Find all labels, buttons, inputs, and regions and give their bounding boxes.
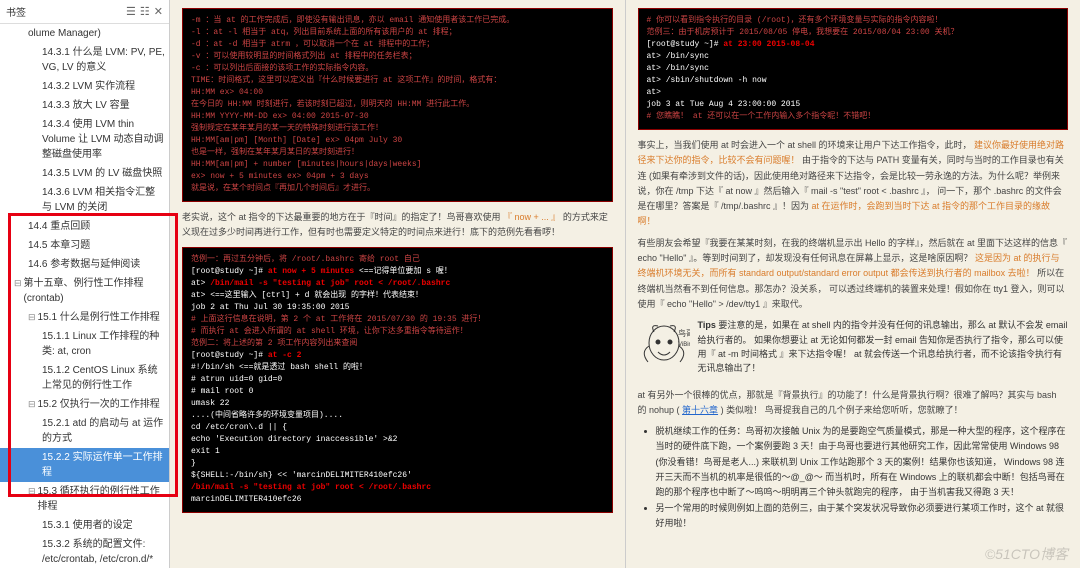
bookmark-item[interactable]: 15.2 仅执行一次的工作排程 <box>0 395 169 414</box>
document-content: -m ：当 at 的工作完成后，即使没有输出讯息，亦以 email 通知使用者该… <box>170 0 1080 568</box>
bookmark-item[interactable]: 15.1.1 Linux 工作排程的种类: at, cron <box>0 327 169 361</box>
bookmark-tree[interactable]: olume Manager)14.3.1 什么是 LVM: PV, PE, VG… <box>0 24 169 568</box>
tips-text: 要注意的是，如果在 at shell 内的指令并没有任何的讯息输出，那么 at … <box>698 320 1068 373</box>
bookmark-item[interactable]: 14.3.2 LVM 实作流程 <box>0 77 169 96</box>
terminal-block-3: # 你可以看到指令执行的目录 (/root)，还有多个环境变量与实际的指令内容啦… <box>638 8 1069 130</box>
bookmark-item[interactable]: 15.3 循环执行的例行性工作排程 <box>0 482 169 516</box>
bookmark-item[interactable]: 14.4 重点回顾 <box>0 217 169 236</box>
svg-text:鸟哥: 鸟哥 <box>678 328 690 338</box>
bullet-list: 脱机继续工作的任务：鸟哥初次接触 Unix 为的是要跑空气质量模式，那是一种大型… <box>638 424 1069 531</box>
sidebar-header: 书签 ☰ ☷ ✕ <box>0 0 169 24</box>
paragraph: 老实说，这个 at 指令的下达最重要的地方在于『时间』的指定了！鸟哥喜欢使用 『… <box>182 210 613 241</box>
page-left-column: -m ：当 at 的工作完成后，即使没有输出讯息，亦以 email 通知使用者该… <box>170 0 625 568</box>
list-item: 另一个常用的时候则例如上面的范例三，由于某个突发状况导致你必须要进行某项工作时，… <box>656 501 1069 532</box>
bookmark-item[interactable]: 15.2.1 atd 的启动与 at 运作的方式 <box>0 414 169 448</box>
watermark: ©51CTO博客 <box>985 544 1068 564</box>
bookmark-item[interactable]: 15.1.2 CentOS Linux 系统上常见的例行性工作 <box>0 361 169 395</box>
chapter-link[interactable]: 第十六章 <box>682 405 718 415</box>
bookmark-item[interactable]: 14.5 本章习题 <box>0 236 169 255</box>
tips-block: 鸟哥 ViBird Tips 要注意的是，如果在 at shell 内的指令并没… <box>638 318 1069 381</box>
bookmark-item[interactable]: 14.3.4 使用 LVM thin Volume 让 LVM 动态自动调整磁盘… <box>0 115 169 164</box>
bookmark-item[interactable]: 15.3.1 使用者的设定 <box>0 516 169 535</box>
bookmark-item[interactable]: olume Manager) <box>0 24 169 43</box>
bookmark-item[interactable]: 14.6 参考数据与延伸阅读 <box>0 255 169 274</box>
bookmark-item[interactable]: 14.3.3 放大 LV 容量 <box>0 96 169 115</box>
code-inline: 『 now + ... 』 <box>503 212 560 222</box>
svg-text:ViBird: ViBird <box>678 342 690 348</box>
tips-label: Tips <box>698 320 716 330</box>
thumb-icon[interactable]: ☷ <box>140 5 150 18</box>
paragraph: 事实上，当我们使用 at 时会进入一个 at shell 的环境来让用户下达工作… <box>638 138 1069 230</box>
bookmark-item[interactable]: 15.3.2 系统的配置文件: /etc/crontab, /etc/cron.… <box>0 535 169 568</box>
bookmark-item[interactable]: 14.3.1 什么是 LVM: PV, PE, VG, LV 的意义 <box>0 43 169 77</box>
bookmark-item[interactable]: 15.1 什么是例行性工作排程 <box>0 308 169 327</box>
paragraph: at 有另外一个很棒的优点，那就是『背景执行』的功能了！什么是背景执行啊？很难了… <box>638 388 1069 419</box>
avatar-icon: 鸟哥 ViBird <box>638 318 690 381</box>
terminal-block-2: 范例一：再过五分钟后，将 /root/.bashrc 寄给 root 自己[ro… <box>182 247 613 513</box>
sidebar-title: 书签 <box>6 4 122 19</box>
bookmark-item[interactable]: 第十五章、例行性工作排程(crontab) <box>0 274 169 308</box>
bookmark-item[interactable]: 14.3.6 LVM 相关指令汇整与 LVM 的关闭 <box>0 183 169 217</box>
paragraph: 有些朋友会希望『我要在某某时刻，在我的终端机显示出 Hello 的字样』，然后就… <box>638 236 1069 312</box>
sidebar: 书签 ☰ ☷ ✕ olume Manager)14.3.1 什么是 LVM: P… <box>0 0 170 568</box>
outline-icon[interactable]: ☰ <box>126 5 136 18</box>
bookmark-item[interactable]: 14.3.5 LVM 的 LV 磁盘快照 <box>0 164 169 183</box>
bookmark-item[interactable]: 15.2.2 实际运作单一工作排程 <box>0 448 169 482</box>
page-right-column: # 你可以看到指令执行的目录 (/root)，还有多个环境变量与实际的指令内容啦… <box>626 0 1080 568</box>
list-item: 脱机继续工作的任务：鸟哥初次接触 Unix 为的是要跑空气质量模式，那是一种大型… <box>656 424 1069 500</box>
close-icon[interactable]: ✕ <box>154 5 163 18</box>
terminal-block-1: -m ：当 at 的工作完成后，即使没有输出讯息，亦以 email 通知使用者该… <box>182 8 613 202</box>
